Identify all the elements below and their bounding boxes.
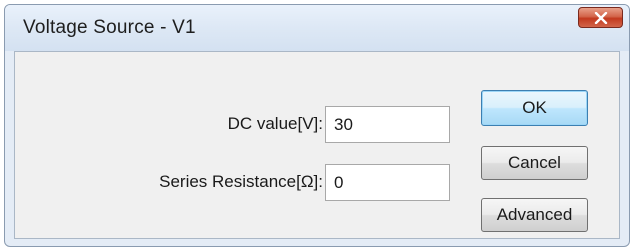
close-button[interactable]: [578, 7, 623, 28]
dc-value-input[interactable]: [325, 106, 450, 143]
series-resistance-label: Series Resistance[Ω]:: [159, 172, 323, 191]
ok-button[interactable]: OK: [481, 90, 588, 126]
advanced-button[interactable]: Advanced: [481, 198, 588, 232]
series-resistance-input[interactable]: [325, 164, 450, 201]
dc-value-label: DC value[V]:: [227, 114, 323, 133]
close-icon: [594, 11, 607, 24]
title-bar[interactable]: Voltage Source - V1: [5, 5, 629, 51]
window-title: Voltage Source - V1: [23, 17, 196, 38]
dialog-client-area: DC value[V]: Series Resistance[Ω]: OK Ca…: [14, 51, 620, 239]
dialog-window: Voltage Source - V1 DC value[V]: Series …: [4, 4, 630, 247]
cancel-button[interactable]: Cancel: [481, 146, 588, 180]
